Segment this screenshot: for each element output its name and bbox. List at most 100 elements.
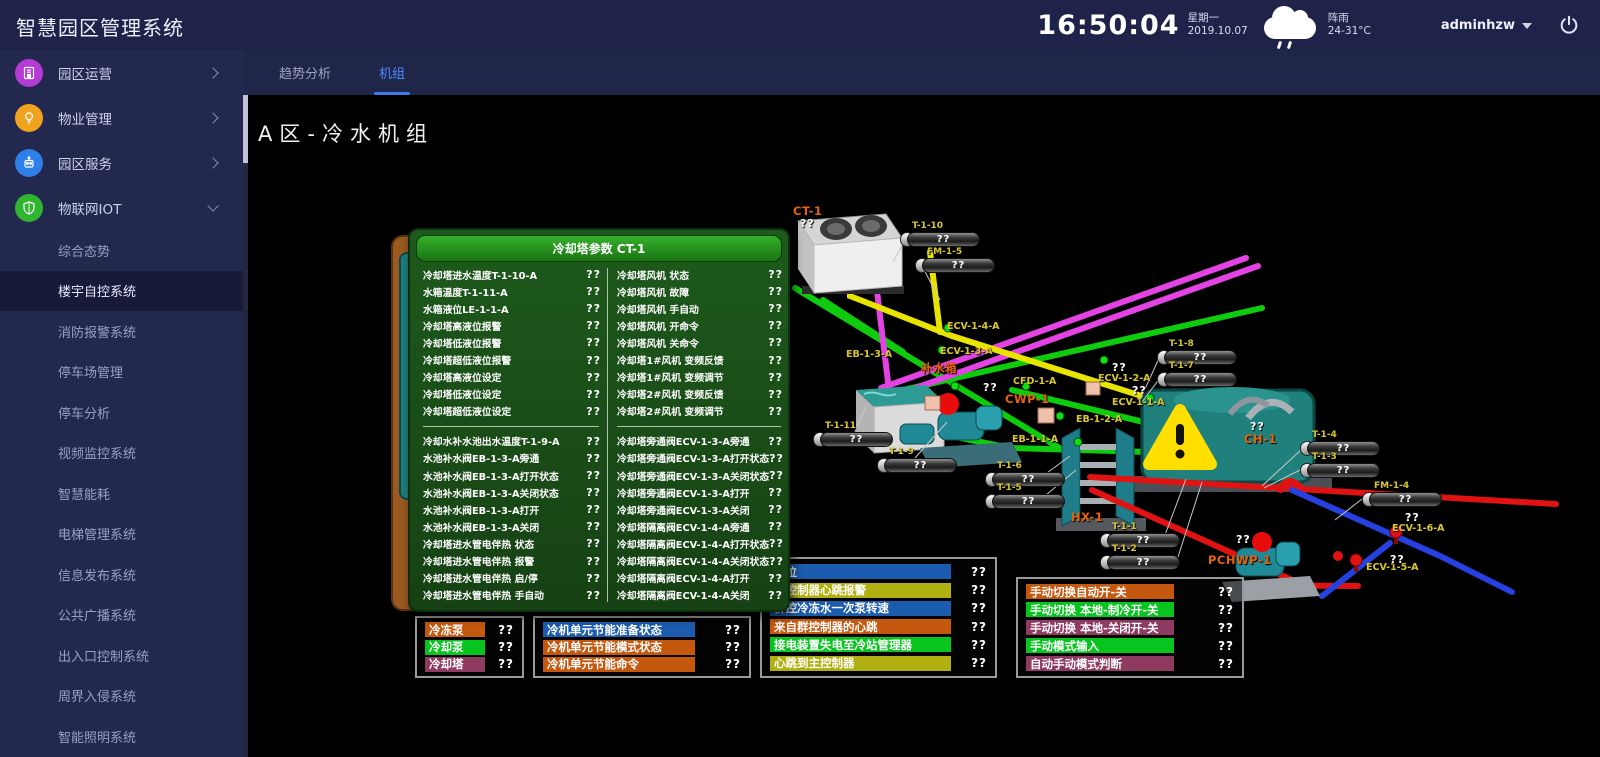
gauge-tag: T-1-2 bbox=[1112, 544, 1137, 554]
status-value: ?? bbox=[498, 657, 514, 671]
gauge-tag: T-1-5 bbox=[997, 483, 1022, 493]
param-value: ?? bbox=[586, 268, 601, 281]
user-menu[interactable]: adminhzw bbox=[1441, 18, 1532, 33]
param-row: 水箱液位LE-1-1-A?? bbox=[423, 300, 601, 317]
equipment-value: ?? bbox=[1132, 384, 1147, 397]
equipment-label-EB-1-2-A: EB-1-2-A bbox=[1076, 414, 1122, 425]
sidebar-subitem-8[interactable]: 信息发布系统 bbox=[0, 554, 243, 595]
param-row: 冷却塔超低液位设定?? bbox=[423, 403, 601, 420]
param-value: ?? bbox=[768, 319, 783, 332]
sidebar-subitem-0[interactable]: 综合态势 bbox=[0, 230, 243, 271]
sidebar-subitem-4[interactable]: 停车分析 bbox=[0, 392, 243, 433]
param-row: 冷却塔进水管电伴热 报警?? bbox=[423, 553, 601, 570]
status-value: ?? bbox=[971, 638, 987, 652]
param-value: ?? bbox=[769, 452, 784, 465]
param-label: 冷却塔低液位报警 bbox=[423, 336, 501, 350]
param-label: 冷却水补水池出水温度T-1-9-A bbox=[423, 434, 560, 448]
sidebar-subitem-11[interactable]: 周界入侵系统 bbox=[0, 676, 243, 717]
param-value: ?? bbox=[586, 435, 601, 448]
gauge-value: ?? bbox=[884, 458, 957, 473]
status-value: ?? bbox=[971, 565, 987, 579]
sidebar-subitem-9[interactable]: 公共广播系统 bbox=[0, 595, 243, 636]
sidebar-item-label: 园区运营 bbox=[58, 63, 112, 83]
sidebar-subitem-2[interactable]: 消防报警系统 bbox=[0, 311, 243, 352]
sidebar-subitem-5[interactable]: 视频监控系统 bbox=[0, 433, 243, 474]
status-value: ?? bbox=[1218, 657, 1234, 671]
sidebar-item-1[interactable]: 物业管理 bbox=[0, 95, 243, 140]
bulb-icon bbox=[15, 104, 43, 132]
param-value: ?? bbox=[586, 285, 601, 298]
param-label: 冷却塔风机 状态 bbox=[617, 268, 689, 282]
status-label: 复位 bbox=[770, 564, 951, 579]
tab-1[interactable]: 机组 bbox=[377, 59, 407, 86]
status-value: ?? bbox=[725, 640, 741, 654]
status-label: 群控冷冻水一次泵转速 bbox=[770, 601, 951, 616]
param-value: ?? bbox=[586, 537, 601, 550]
status-label: 心跳到主控制器 bbox=[770, 656, 951, 671]
tab-0[interactable]: 趋势分析 bbox=[277, 59, 333, 86]
param-row: 水池补水阀EB-1-3-A打开?? bbox=[423, 501, 601, 518]
status-value: ?? bbox=[971, 583, 987, 597]
status-row: 复位?? bbox=[770, 564, 987, 579]
param-value: ?? bbox=[586, 388, 601, 401]
param-row: 冷却塔超低液位报警?? bbox=[423, 351, 601, 368]
section-divider bbox=[617, 426, 781, 427]
param-label: 水箱液位LE-1-1-A bbox=[423, 302, 509, 316]
gauge-tag: FM-1-4 bbox=[1374, 481, 1409, 491]
gauge-tag: T-1-3 bbox=[1312, 452, 1337, 462]
param-row: 冷却塔1#风机 变频反馈?? bbox=[617, 351, 783, 368]
status-row: 冷机单元节能模式状态?? bbox=[543, 640, 741, 655]
param-value: ?? bbox=[586, 452, 601, 465]
scrollbar-thumb[interactable] bbox=[243, 95, 248, 163]
param-row: 水池补水阀EB-1-3-A旁通?? bbox=[423, 450, 601, 467]
status-row: 来自群控制器的心跳?? bbox=[770, 619, 987, 634]
equipment-label-CWP-1: CWP-1 bbox=[1005, 392, 1050, 406]
status-panel-heartbeat: 复位??主控制器心跳报警??群控冷冻水一次泵转速??来自群控制器的心跳??接电装… bbox=[760, 557, 997, 678]
status-value: ?? bbox=[498, 623, 514, 637]
status-row: 冷机单元节能命令?? bbox=[543, 657, 741, 672]
status-value: ?? bbox=[1218, 603, 1234, 617]
sidebar-item-3[interactable]: 物联网IOT bbox=[0, 185, 243, 230]
chevron-right-icon bbox=[207, 157, 218, 168]
gauge-tag: T-1-8 bbox=[1169, 339, 1194, 349]
equipment-value: ?? bbox=[983, 381, 998, 394]
sidebar-subitem-10[interactable]: 出入口控制系统 bbox=[0, 635, 243, 676]
sidebar-item-2[interactable]: 园区服务 bbox=[0, 140, 243, 185]
sidebar-subitem-1[interactable]: 楼宇自控系统 bbox=[0, 271, 243, 312]
param-label: 水池补水阀EB-1-3-A打开状态 bbox=[423, 469, 559, 483]
status-value: ?? bbox=[1218, 585, 1234, 599]
chevron-down-icon bbox=[1522, 23, 1532, 29]
equipment-label-HX-1: HX-1 bbox=[1071, 510, 1103, 524]
sidebar-subitem-3[interactable]: 停车场管理 bbox=[0, 352, 243, 393]
param-label: 冷却塔高液位设定 bbox=[423, 370, 501, 384]
gauge-T-1-11: T-1-11?? bbox=[813, 432, 893, 447]
param-label: 冷却塔进水管电伴热 手自动 bbox=[423, 588, 544, 602]
status-value: ?? bbox=[971, 656, 987, 670]
sidebar-subitem-7[interactable]: 电梯管理系统 bbox=[0, 514, 243, 555]
param-row: 冷却塔旁通阀ECV-1-3-A打开?? bbox=[617, 484, 783, 501]
param-row: 冷却塔进水管电伴热 手自动?? bbox=[423, 587, 601, 604]
param-label: 冷却塔隔离阀ECV-1-4-A旁通 bbox=[617, 520, 750, 534]
status-row: 手动切换自动开-关?? bbox=[1026, 584, 1234, 599]
param-value: ?? bbox=[586, 371, 601, 384]
gauge-T-1-2: T-1-2?? bbox=[1100, 555, 1180, 570]
sidebar-subitem-6[interactable]: 智慧能耗 bbox=[0, 473, 243, 514]
param-label: 冷却塔隔离阀ECV-1-4-A关闭状态 bbox=[617, 554, 769, 568]
equipment-label-EB-1-3-A: EB-1-3-A bbox=[846, 349, 892, 360]
sidebar-item-0[interactable]: 园区运营 bbox=[0, 50, 243, 95]
shield-icon bbox=[15, 194, 43, 222]
param-value: ?? bbox=[768, 486, 783, 499]
param-label: 冷却塔高液位报警 bbox=[423, 319, 501, 333]
equipment-value: ?? bbox=[1250, 420, 1265, 433]
app-window: 智慧园区管理系统 16:50:04 星期一 2019.10.07 阵雨 24-3… bbox=[0, 0, 1600, 757]
sidebar-subitem-12[interactable]: 智能照明系统 bbox=[0, 716, 243, 757]
param-label: 冷却塔1#风机 变频调节 bbox=[617, 370, 724, 384]
app-title: 智慧园区管理系统 bbox=[16, 12, 184, 41]
logout-button[interactable] bbox=[1558, 14, 1580, 36]
param-value: ?? bbox=[768, 435, 783, 448]
param-value: ?? bbox=[586, 302, 601, 315]
param-label: 冷却塔风机 故障 bbox=[617, 285, 689, 299]
param-label: 冷却塔低液位设定 bbox=[423, 387, 501, 401]
sidebar-item-label: 物联网IOT bbox=[58, 198, 121, 218]
tabbar: 趋势分析 机组 bbox=[243, 50, 1600, 95]
